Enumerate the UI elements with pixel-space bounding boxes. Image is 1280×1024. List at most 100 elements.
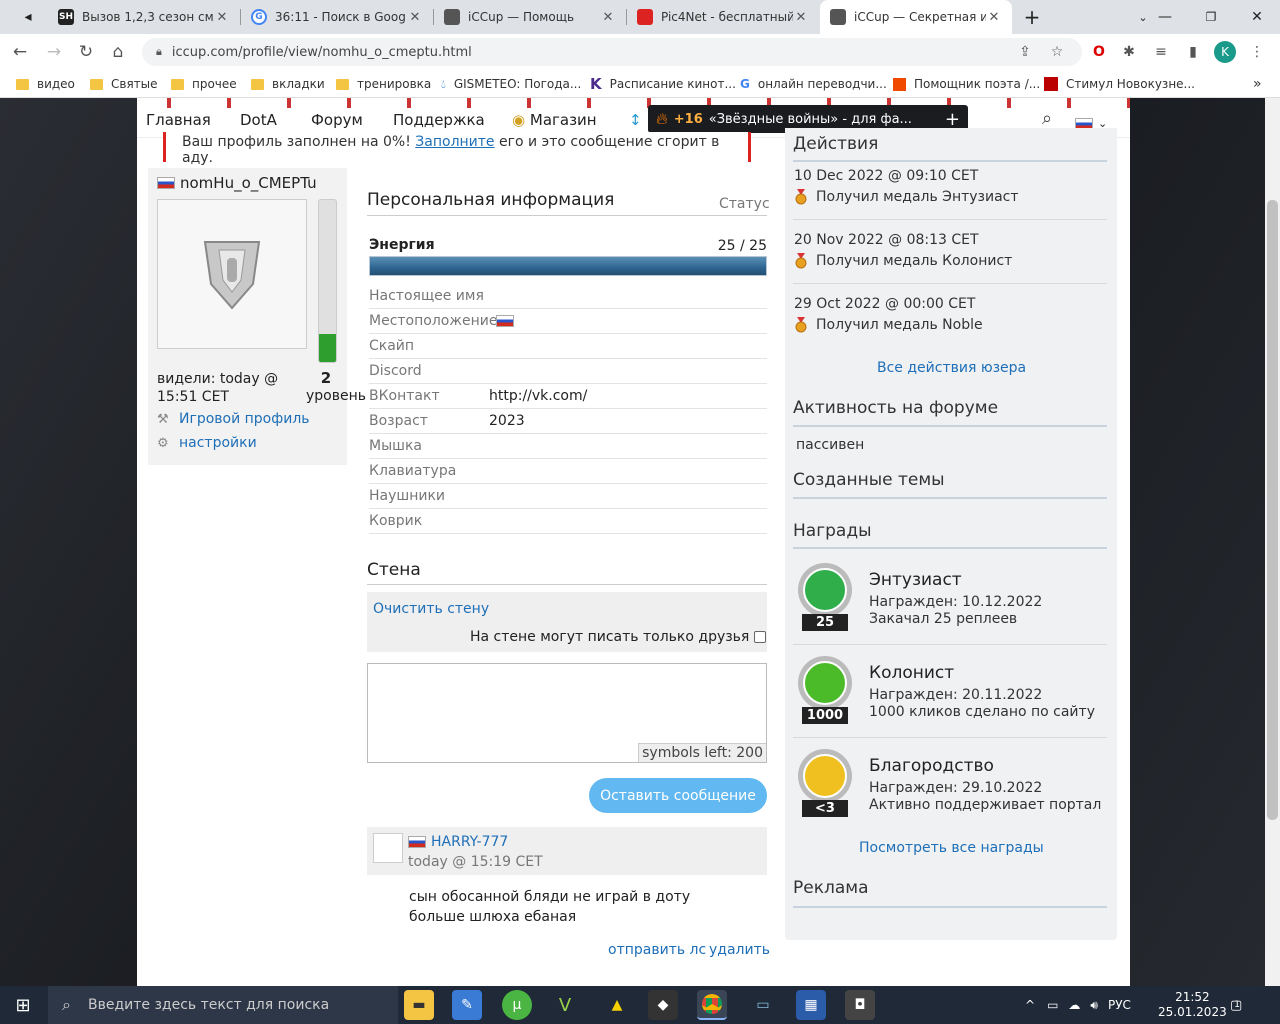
network-icon[interactable]: ▭ bbox=[1047, 998, 1058, 1012]
all-actions-link[interactable]: Все действия юзера bbox=[877, 360, 1026, 376]
message-avatar[interactable] bbox=[373, 833, 403, 863]
divider bbox=[793, 160, 1107, 162]
profile-avatar[interactable]: K bbox=[1214, 41, 1236, 63]
menu-icon[interactable]: ⋮ bbox=[1246, 41, 1268, 63]
language-indicator[interactable]: РУС bbox=[1108, 998, 1131, 1012]
star-icon[interactable]: ☆ bbox=[1046, 41, 1068, 63]
utorrent-icon[interactable]: µ bbox=[502, 990, 532, 1020]
wall-message-textarea[interactable]: symbols left: 200 bbox=[367, 663, 767, 763]
bookmark-cinema[interactable]: K Расписание кинот... bbox=[590, 70, 736, 98]
window-close-icon[interactable]: ✕ bbox=[1234, 0, 1280, 34]
calculator-icon[interactable]: ▦ bbox=[796, 990, 826, 1020]
award-badge-label: 25 bbox=[815, 615, 835, 630]
wrench-icon: ⚒ bbox=[157, 411, 169, 427]
bookmark-translator[interactable]: Gонлайн переводчи... bbox=[740, 70, 887, 98]
taskbar-search[interactable]: ⌕ Введите здесь текст для поиска bbox=[48, 986, 398, 1024]
promo-text: «Звёздные войны» - для фа... bbox=[708, 111, 912, 127]
bookmark-video[interactable]: видео bbox=[16, 70, 75, 98]
extensions-icon[interactable]: ✱ bbox=[1118, 41, 1140, 63]
new-tab-plus-icon[interactable]: + bbox=[1012, 0, 1052, 34]
energy-value: 25 / 25 bbox=[717, 238, 767, 254]
app-v-icon[interactable]: V bbox=[550, 990, 580, 1020]
award-badge-label: 1000 bbox=[806, 708, 844, 723]
home-icon[interactable]: ⌂ bbox=[104, 38, 132, 66]
close-icon[interactable]: ✕ bbox=[407, 10, 423, 25]
action-date: 10 Dec 2022 @ 09:10 CET bbox=[794, 168, 979, 184]
send-message-button[interactable]: Оставить сообщение bbox=[589, 778, 767, 813]
energy-label: Энергия bbox=[369, 237, 435, 253]
bookmark-gismeteo[interactable]: 💧︎ GISMETEO: Погода... bbox=[441, 70, 581, 98]
opera-icon[interactable]: O bbox=[1088, 41, 1110, 63]
fill-profile-link[interactable]: Заполните bbox=[415, 134, 494, 150]
tab-5-active[interactable]: iCCup — Секретная инф ✕ bbox=[820, 0, 1012, 34]
chrome-icon[interactable] bbox=[697, 990, 727, 1020]
system-tray: ^ ▭ ☁ 🔊︎ РУС bbox=[1025, 986, 1149, 1024]
medal-icon bbox=[794, 189, 808, 205]
clear-wall-link[interactable]: Очистить стену bbox=[373, 601, 489, 617]
sidepanel-icon[interactable]: ▮ bbox=[1182, 41, 1204, 63]
volume-icon[interactable]: 🔊︎ bbox=[1090, 998, 1098, 1013]
search-icon[interactable]: ⌕ bbox=[1042, 108, 1052, 129]
paint-icon[interactable]: ✎ bbox=[452, 990, 482, 1020]
bookmark-other[interactable]: прочее bbox=[171, 70, 237, 98]
tray-chevron-icon[interactable]: ^ bbox=[1025, 998, 1035, 1012]
computer-icon[interactable]: ▭ bbox=[748, 990, 778, 1020]
back-icon[interactable]: ← bbox=[6, 38, 34, 66]
bookmark-saints[interactable]: Святые bbox=[90, 70, 158, 98]
minimize-icon[interactable]: — bbox=[1142, 0, 1188, 34]
iccup-launcher-icon[interactable]: ◆ bbox=[648, 990, 678, 1020]
nav-dota[interactable]: DotA bbox=[240, 111, 277, 129]
nav-forum[interactable]: Форум bbox=[311, 111, 363, 129]
close-icon[interactable]: ✕ bbox=[600, 10, 616, 25]
notifications-icon[interactable]: ▢ 1 bbox=[1230, 986, 1242, 1024]
nav-support[interactable]: Поддержка bbox=[393, 111, 485, 129]
share-icon[interactable]: ⇪ bbox=[1014, 41, 1036, 63]
reload-icon[interactable]: ↻ bbox=[72, 38, 100, 66]
info-key: ВКонтакт bbox=[369, 388, 440, 404]
tab-3[interactable]: iCCup — Помощь ✕ bbox=[434, 0, 626, 34]
tab-4[interactable]: Pic4Net - бесплатный хо ✕ bbox=[627, 0, 819, 34]
all-awards-link[interactable]: Посмотреть все награды bbox=[859, 840, 1044, 856]
level-progress-fill bbox=[319, 334, 336, 362]
settings-link[interactable]: ⚙ настройки bbox=[157, 435, 257, 451]
divider bbox=[793, 219, 1107, 220]
message-text: сын обосанной бляди не играй в доту боль… bbox=[409, 889, 691, 925]
nav-home[interactable]: Главная bbox=[146, 111, 211, 129]
file-explorer-icon[interactable]: ▬ bbox=[404, 990, 434, 1020]
forum-activity-title: Активность на форуме bbox=[793, 398, 999, 418]
tab-2[interactable]: G 36:11 - Поиск в Google ✕ bbox=[241, 0, 433, 34]
forward-icon[interactable]: → bbox=[40, 38, 68, 66]
game-icon[interactable]: ◘ bbox=[845, 990, 875, 1020]
game-profile-link[interactable]: ⚒ Игровой профиль bbox=[157, 411, 310, 427]
delete-message-link[interactable]: удалить bbox=[709, 942, 770, 958]
triangle-app-icon[interactable]: ▲ bbox=[602, 990, 632, 1020]
close-icon[interactable]: ✕ bbox=[986, 10, 1002, 25]
bookmark-poet[interactable]: Помощник поэта /... bbox=[893, 70, 1040, 98]
scrollbar-thumb[interactable] bbox=[1267, 200, 1278, 820]
send-pm-link[interactable]: отправить лс bbox=[608, 942, 706, 958]
cloud-icon[interactable]: ☁ bbox=[1068, 998, 1080, 1012]
notification-count: 1 bbox=[1234, 1000, 1241, 1010]
info-key: Мышка bbox=[369, 438, 422, 454]
bookmark-tabs[interactable]: вкладки bbox=[251, 70, 325, 98]
plus-icon[interactable]: + bbox=[945, 109, 960, 130]
tab-1[interactable]: SH Вызов 1,2,3 сезон смотре ✕ bbox=[48, 0, 240, 34]
kinopoisk-icon: K bbox=[590, 75, 602, 93]
more-bookmarks-icon[interactable]: » bbox=[1253, 70, 1262, 98]
bookmark-stimul[interactable]: Стимул Новокузне... bbox=[1044, 70, 1195, 98]
close-icon[interactable]: ✕ bbox=[214, 10, 230, 25]
friends-only-checkbox[interactable] bbox=[754, 631, 767, 643]
windows-start-icon[interactable]: ⊞ bbox=[8, 990, 38, 1020]
award-name: Энтузиаст bbox=[869, 570, 962, 590]
address-bar[interactable]: 🔒︎ iccup.com/profile/view/nomhu_o_cmeptu… bbox=[142, 38, 1082, 66]
clock[interactable]: 21:52 25.01.2023 bbox=[1158, 986, 1227, 1024]
nav-shop[interactable]: ◉ Магазин bbox=[512, 111, 597, 129]
tab-search-icon[interactable]: ◂ bbox=[8, 0, 48, 34]
close-icon[interactable]: ✕ bbox=[793, 10, 809, 25]
media-icon[interactable]: ≡ bbox=[1150, 41, 1172, 63]
info-key: Клавиатура bbox=[369, 463, 457, 479]
bookmark-training[interactable]: тренировка bbox=[336, 70, 431, 98]
message-author[interactable]: HARRY-777 bbox=[408, 834, 508, 850]
updown-icon[interactable]: ↕ bbox=[629, 111, 642, 129]
restore-icon[interactable]: ❐ bbox=[1188, 0, 1234, 34]
